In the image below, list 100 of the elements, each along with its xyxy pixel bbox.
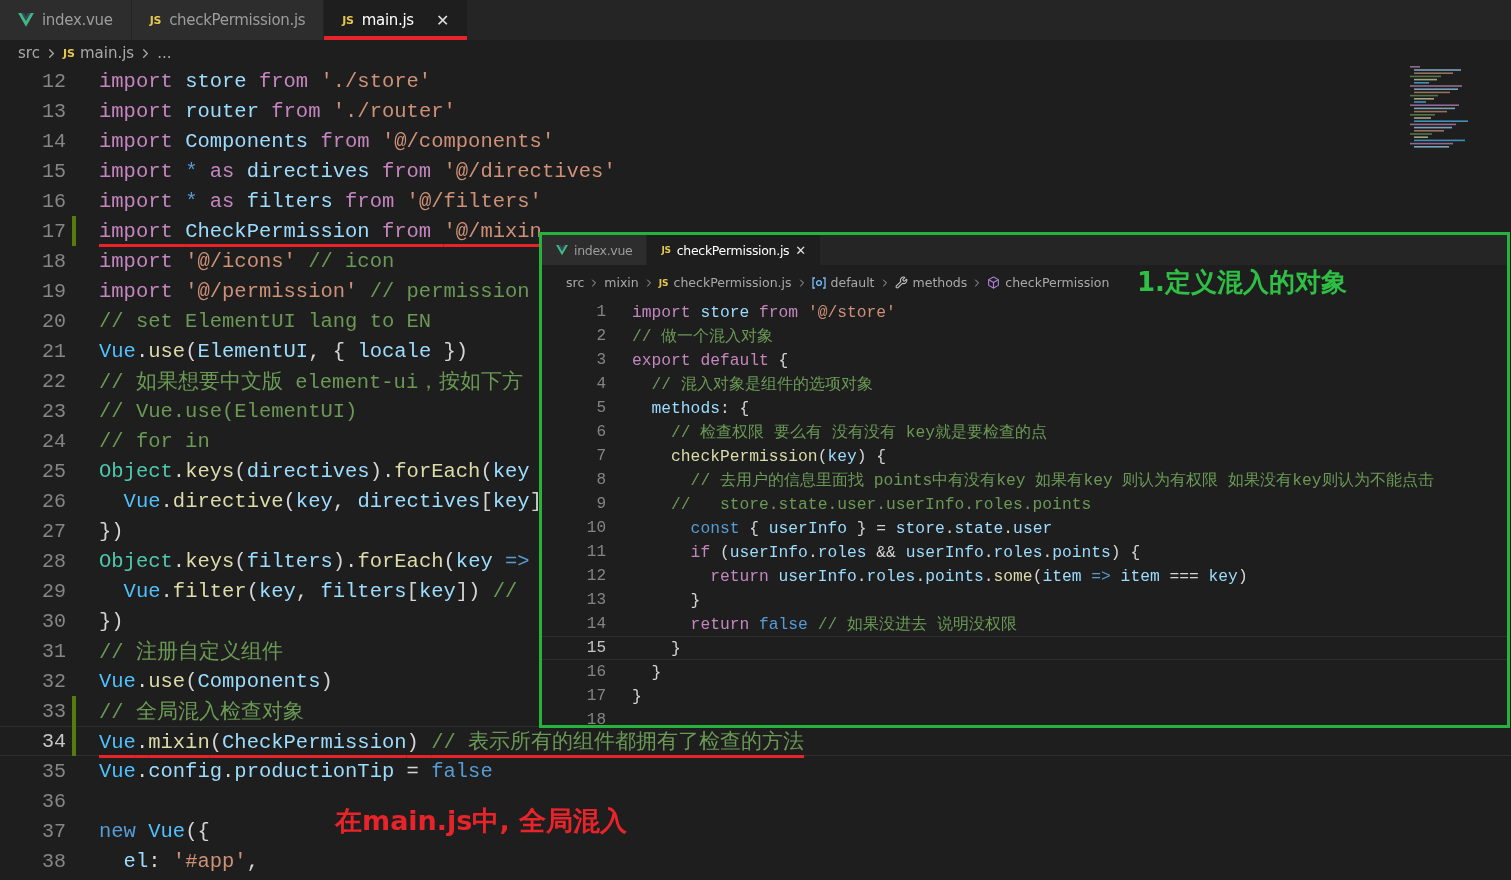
line-number: 7	[595, 447, 606, 465]
brackets-icon	[811, 276, 826, 289]
line-number: 10	[585, 519, 606, 537]
editor-tab[interactable]: index.vue	[0, 0, 132, 40]
vue-logo-icon	[18, 13, 34, 27]
code-line: // 检查权限 要么有 没有没有 key就是要检查的点	[670, 422, 1047, 443]
line-number: 1	[595, 303, 606, 321]
breadcrumb-item[interactable]: JS checkPermission.js	[658, 275, 792, 290]
breadcrumb-item[interactable]: checkPermission	[987, 275, 1110, 290]
annotation-text: 1.定义混入的对象	[1137, 266, 1347, 299]
line-number: 15	[585, 639, 606, 657]
js-file-icon: JS	[149, 13, 162, 27]
breadcrumb-item[interactable]: default	[811, 275, 875, 290]
annotation-text: 在main.js中, 全局混入	[335, 804, 628, 838]
code-line: import store from '@/store'	[632, 302, 896, 322]
breadcrumb-item[interactable]: JS main.js	[62, 44, 135, 62]
line-number: 18	[41, 249, 66, 273]
code-line: import * as directives from '@/directives'	[99, 159, 616, 183]
code-line: // 混入对象是组件的选项对象	[650, 374, 873, 395]
code-line: }	[689, 590, 701, 610]
breadcrumb-item[interactable]: methods	[894, 275, 968, 290]
line-number: 17	[585, 687, 606, 705]
code-line: })	[99, 519, 124, 543]
line-number: 32	[41, 669, 66, 693]
line-number: 31	[41, 639, 66, 663]
line-number: 17	[41, 219, 66, 243]
line-number: 20	[41, 309, 66, 333]
vue-logo-icon	[556, 244, 568, 256]
code-line: return false // 如果没进去 说明没权限	[689, 614, 1017, 635]
code-line: Vue.filter(key, filters[key]) //	[122, 579, 518, 603]
editor-tab[interactable]: JS checkPermission.js	[131, 0, 325, 40]
line-number: 9	[595, 495, 606, 513]
close-icon[interactable]: ✕	[435, 10, 449, 30]
breadcrumb-item[interactable]: src	[18, 44, 40, 62]
code-line: // for in	[99, 429, 210, 453]
code-line: new Vue({	[99, 819, 210, 843]
js-file-icon: JS	[658, 277, 669, 288]
code-line: // 去用户的信息里面找 points中有没有key 如果有key 则认为有权限 如果没有key则认为不能点击	[689, 470, 1434, 491]
line-number: 22	[41, 369, 66, 393]
code-line: import '@/permission' // permission	[99, 279, 530, 303]
line-number: 3	[595, 351, 606, 369]
line-number: 4	[595, 375, 606, 393]
breadcrumb-item[interactable]: src	[566, 275, 585, 290]
code-line: import router from './router'	[99, 99, 456, 123]
js-file-icon: JS	[62, 46, 75, 60]
code-line: import '@/icons' // icon	[99, 249, 395, 273]
code-line: Vue.use(ElementUI, { locale })	[99, 339, 469, 363]
line-number: 25	[41, 459, 66, 483]
line-number: 16	[41, 189, 66, 213]
line-number: 27	[41, 519, 66, 543]
code-line: Vue.directive(key, directives[key]	[122, 489, 542, 513]
code-line: Object.keys(directives).forEach(key	[99, 459, 530, 483]
line-number: 13	[585, 591, 606, 609]
code-line: import Components from '@/components'	[99, 129, 555, 153]
line-number: 12	[585, 567, 606, 585]
editor-tab[interactable]: JS checkPermission.js ✕	[647, 235, 821, 265]
js-file-icon: JS	[342, 13, 354, 27]
code-line: // set ElementUI lang to EN	[99, 309, 432, 333]
line-number: 19	[41, 279, 66, 303]
code-line: checkPermission(key) {	[670, 446, 887, 466]
code-line: Object.keys(filters).forEach(key =>	[99, 549, 530, 573]
line-number: 11	[585, 543, 606, 561]
line-number: 26	[41, 489, 66, 513]
code-line: import CheckPermission from '@/mixin	[99, 219, 542, 243]
code-line: methods: {	[650, 398, 750, 418]
code-line: const { userInfo } = store.state.user	[689, 518, 1053, 538]
editor-tab[interactable]: JS main.js ✕	[324, 0, 468, 40]
line-number: 38	[41, 849, 66, 873]
cube-icon	[987, 276, 1001, 289]
code-line: // 如果想要中文版 element-ui，按如下方	[99, 369, 524, 395]
line-number: 29	[41, 579, 66, 603]
line-number: 28	[41, 549, 66, 573]
code-line: import * as filters from '@/filters'	[99, 189, 542, 213]
line-number: 33	[41, 699, 66, 723]
line-number: 12	[41, 69, 66, 93]
line-number: 24	[41, 429, 66, 453]
editor-tab[interactable]: index.vue	[542, 235, 648, 265]
code-line: }	[632, 686, 642, 706]
breadcrumb-item[interactable]: ...	[157, 44, 172, 62]
line-number: 14	[41, 129, 66, 153]
code-line: Vue.config.productionTip = false	[99, 759, 493, 783]
close-icon[interactable]: ✕	[795, 242, 806, 258]
line-number: 37	[41, 819, 66, 843]
code-line: el: '#app',	[122, 849, 259, 873]
code-line: if (userInfo.roles && userInfo.roles.points) {	[689, 542, 1141, 562]
js-file-icon: JS	[661, 245, 671, 255]
code-line: Vue.mixin(CheckPermission) // 表示所有的组件都拥有了检查的方法	[99, 729, 805, 755]
line-number: 21	[41, 339, 66, 363]
line-number: 14	[585, 615, 606, 633]
breadcrumb-item[interactable]: mixin	[604, 275, 639, 290]
line-number: 18	[585, 711, 606, 725]
code-line: // store.state.user.userInfo.roles.points	[670, 494, 1092, 514]
line-number: 15	[41, 159, 66, 183]
code-line: // 全局混入检查对象	[99, 699, 304, 725]
code-line: }	[670, 638, 681, 658]
code-line: // Vue.use(ElementUI)	[99, 399, 358, 423]
line-number: 5	[595, 399, 606, 417]
line-number: 8	[595, 471, 606, 489]
code-line: export default {	[632, 350, 789, 370]
code-line: })	[99, 609, 124, 633]
